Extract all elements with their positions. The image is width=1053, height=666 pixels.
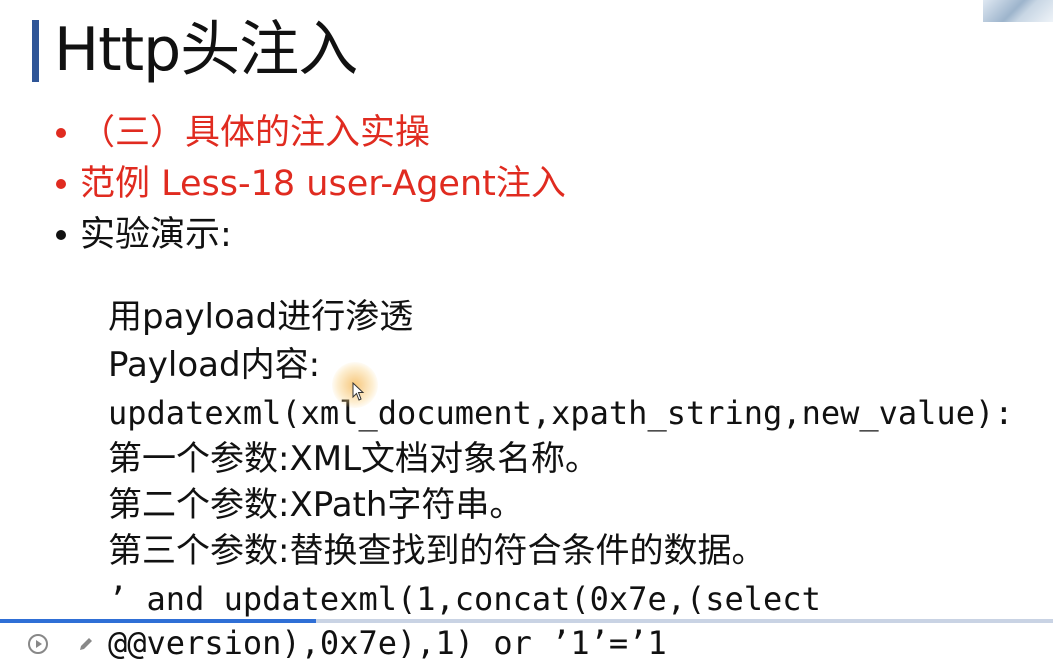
bullet-text: 范例 Less-18 user-Agent注入 xyxy=(80,164,566,204)
pencil-icon[interactable] xyxy=(76,634,96,654)
pointer-icon xyxy=(352,382,365,401)
body-line-param-2: 第二个参数:XPath字符串。 xyxy=(108,485,524,525)
bullet-item-1: （三）具体的注入实操 xyxy=(56,110,430,156)
play-icon[interactable] xyxy=(28,634,48,654)
video-progress-fill xyxy=(0,619,316,623)
video-progress-bar[interactable] xyxy=(0,619,1053,623)
body-line-payload-intro: 用payload进行渗透 xyxy=(108,297,414,337)
corner-decoration xyxy=(983,0,1053,22)
body-line-updatexml-signature: updatexml(xml_document,xpath_string,new_… xyxy=(108,394,1014,432)
body-line-payload-content: Payload内容: xyxy=(108,345,321,385)
body-line-payload-1: ’ and updatexml(1,concat(0x7e,(select xyxy=(108,580,821,618)
bullet-dot xyxy=(56,230,66,240)
bullet-text: （三）具体的注入实操 xyxy=(80,113,431,153)
bullet-dot xyxy=(56,128,66,138)
body-line-payload-2: @@version),0x7e),1) or ’1’=’1 xyxy=(108,624,667,662)
bullet-item-2: 范例 Less-18 user-Agent注入 xyxy=(56,161,566,207)
mouse-cursor-highlight xyxy=(332,362,378,408)
slide-title: Http头注入 xyxy=(54,15,358,85)
bullet-item-3: 实验演示: xyxy=(56,212,232,258)
bullet-dot xyxy=(56,179,66,189)
title-accent-bar xyxy=(32,20,39,82)
body-line-param-1: 第一个参数:XML文档对象名称。 xyxy=(108,439,600,479)
bullet-text: 实验演示: xyxy=(80,215,232,255)
body-line-param-3: 第三个参数:替换查找到的符合条件的数据。 xyxy=(108,531,766,571)
